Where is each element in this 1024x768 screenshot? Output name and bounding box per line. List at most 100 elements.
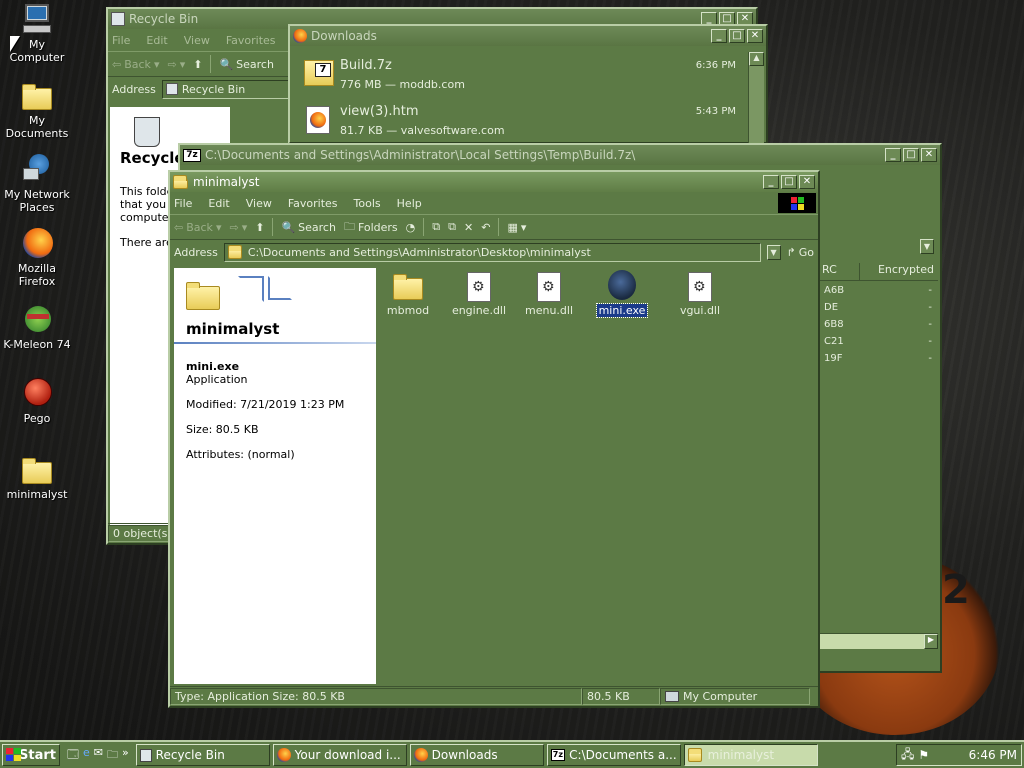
downloads-window[interactable]: Downloads _ □ ✕ 7 Build.7z 776 MB — modd… bbox=[288, 24, 768, 144]
forward-button[interactable]: ⇨ ▾ bbox=[229, 221, 247, 234]
sevenzip-titlebar[interactable]: 7z C:\Documents and Settings\Administrat… bbox=[180, 145, 940, 165]
network-tray-icon[interactable]: 🖧 bbox=[901, 745, 914, 766]
dll-file-icon bbox=[684, 270, 716, 304]
download-item[interactable]: 7 Build.7z 776 MB — moddb.com 6:36 PM bbox=[300, 56, 740, 96]
sevenzip-icon: 7z bbox=[550, 749, 566, 761]
path-dropdown[interactable]: ▼ bbox=[920, 239, 934, 254]
column-crc[interactable]: RC bbox=[820, 263, 860, 280]
address-dropdown[interactable]: ▼ bbox=[766, 244, 781, 260]
table-row[interactable]: C21- bbox=[820, 336, 938, 353]
list-item-selected[interactable]: mini.exe bbox=[592, 270, 652, 318]
close-button[interactable]: ✕ bbox=[921, 148, 937, 162]
folder-icon bbox=[687, 748, 704, 762]
views-icon: ▦ bbox=[507, 220, 518, 234]
mouse-cursor-icon bbox=[10, 36, 20, 52]
computer-icon bbox=[665, 691, 679, 702]
maximize-button[interactable]: □ bbox=[903, 148, 919, 162]
task-sevenzip[interactable]: 7z C:\Documents a... bbox=[546, 744, 681, 766]
explorer-titlebar[interactable]: minimalyst _ □ ✕ bbox=[170, 172, 818, 192]
explorer-icon[interactable]: 🗀 bbox=[107, 746, 118, 765]
minimize-button[interactable]: _ bbox=[763, 175, 779, 189]
folders-button[interactable]: 🗀 Folders bbox=[344, 218, 398, 237]
menu-favorites[interactable]: Favorites bbox=[288, 197, 338, 210]
back-button[interactable]: ⇦ Back ▾ bbox=[112, 58, 159, 71]
menu-view[interactable]: View bbox=[246, 197, 272, 210]
move-to-button[interactable]: ⧉ bbox=[432, 220, 440, 234]
menu-help[interactable]: Help bbox=[397, 197, 422, 210]
sevenzip-horizontal-scrollbar[interactable]: ▶ bbox=[820, 633, 938, 649]
folder-icon bbox=[21, 454, 53, 486]
desktop-icon-mozilla-firefox[interactable]: Mozilla Firefox bbox=[0, 228, 74, 288]
table-row[interactable]: 6B8- bbox=[820, 319, 938, 336]
menu-edit[interactable]: Edit bbox=[208, 197, 229, 210]
column-encrypted[interactable]: Encrypted bbox=[860, 263, 938, 280]
close-button[interactable]: ✕ bbox=[747, 29, 763, 43]
search-icon: 🔍 bbox=[219, 57, 234, 71]
search-button[interactable]: 🔍 Search bbox=[281, 221, 336, 234]
show-desktop-icon[interactable]: 🗔 bbox=[67, 746, 79, 765]
menu-file[interactable]: File bbox=[112, 34, 130, 47]
firefox-icon bbox=[21, 228, 53, 260]
close-button[interactable]: ✕ bbox=[799, 175, 815, 189]
firefox-document-icon bbox=[306, 106, 330, 134]
downloads-titlebar[interactable]: Downloads _ □ ✕ bbox=[290, 26, 766, 46]
undo-button[interactable]: ↶ bbox=[481, 221, 490, 234]
delete-icon: ✕ bbox=[464, 220, 474, 234]
file-list: mbmod engine.dll menu.dll mini.exe vgui.… bbox=[380, 270, 816, 684]
quick-launch-overflow-icon[interactable]: » bbox=[122, 746, 129, 765]
go-button[interactable]: ↱ Go bbox=[787, 246, 814, 259]
task-recycle-bin[interactable]: Recycle Bin bbox=[135, 744, 270, 766]
table-row[interactable]: DE - bbox=[820, 302, 938, 319]
firefox-icon bbox=[413, 748, 428, 762]
folders-icon: 🗀 bbox=[343, 219, 355, 233]
copy-to-button[interactable]: ⧉ bbox=[448, 220, 456, 234]
clock[interactable]: 6:46 PM bbox=[969, 748, 1017, 762]
list-item[interactable]: mbmod bbox=[380, 270, 436, 317]
search-button[interactable]: 🔍 Search bbox=[219, 58, 274, 71]
status-zone: My Computer bbox=[660, 688, 810, 705]
outlook-express-icon[interactable]: ✉ bbox=[94, 746, 103, 765]
forward-button[interactable]: ⇨ ▾ bbox=[167, 58, 185, 71]
list-item[interactable]: engine.dll bbox=[446, 270, 512, 317]
pego-icon bbox=[21, 378, 53, 410]
address-field[interactable]: C:\Documents and Settings\Administrator\… bbox=[223, 242, 761, 262]
sevenzip-file-list: A6B - DE - 6B8- C21- 19F - bbox=[820, 285, 938, 370]
delete-button[interactable]: ✕ bbox=[464, 221, 473, 234]
desktop-icon-minimalyst[interactable]: minimalyst bbox=[0, 454, 74, 501]
list-item[interactable]: vgui.dll bbox=[672, 270, 728, 317]
dll-file-icon bbox=[463, 270, 495, 304]
desktop-icon-my-computer[interactable]: My Computer bbox=[0, 4, 74, 64]
menu-tools[interactable]: Tools bbox=[354, 197, 381, 210]
desktop-icon-my-documents[interactable]: My Documents bbox=[0, 80, 74, 140]
back-button[interactable]: ⇦ Back ▾ bbox=[174, 221, 221, 234]
start-button[interactable]: Start bbox=[2, 744, 60, 766]
menu-file[interactable]: File bbox=[174, 197, 192, 210]
minimize-button[interactable]: _ bbox=[885, 148, 901, 162]
maximize-button[interactable]: □ bbox=[781, 175, 797, 189]
task-minimalyst[interactable]: minimalyst bbox=[683, 744, 818, 766]
list-item[interactable]: menu.dll bbox=[520, 270, 578, 317]
task-downloads[interactable]: Downloads bbox=[409, 744, 544, 766]
up-folder-button[interactable]: ⬆ bbox=[255, 221, 264, 234]
downloads-scrollbar[interactable]: ▲ bbox=[748, 52, 764, 144]
explorer-window[interactable]: minimalyst _ □ ✕ File Edit View Favorite… bbox=[168, 170, 820, 708]
menu-view[interactable]: View bbox=[184, 34, 210, 47]
table-row[interactable]: 19F - bbox=[820, 353, 938, 370]
download-item[interactable]: view(3).htm 81.7 KB — valvesoftware.com … bbox=[300, 102, 740, 142]
address-label: Address bbox=[112, 82, 156, 96]
desktop-icon-k-meleon[interactable]: K-Meleon 74 bbox=[0, 304, 74, 351]
up-folder-button[interactable]: ⬆ bbox=[193, 58, 202, 71]
views-button[interactable]: ▦ ▾ bbox=[507, 221, 526, 234]
desktop-icon-my-network-places[interactable]: My Network Places bbox=[0, 154, 74, 214]
menu-edit[interactable]: Edit bbox=[146, 34, 167, 47]
update-tray-icon[interactable]: ⚑ bbox=[918, 748, 929, 762]
internet-explorer-icon[interactable]: e bbox=[83, 746, 90, 765]
desktop-icon-pego[interactable]: Pego bbox=[0, 378, 74, 425]
minimize-button[interactable]: _ bbox=[711, 29, 727, 43]
history-button[interactable]: ◔ bbox=[406, 221, 416, 234]
menu-favorites[interactable]: Favorites bbox=[226, 34, 276, 47]
table-row[interactable]: A6B - bbox=[820, 285, 938, 302]
selected-file-attributes: Attributes: (normal) bbox=[186, 448, 295, 461]
maximize-button[interactable]: □ bbox=[729, 29, 745, 43]
task-download-notice[interactable]: Your download i... bbox=[272, 744, 407, 766]
